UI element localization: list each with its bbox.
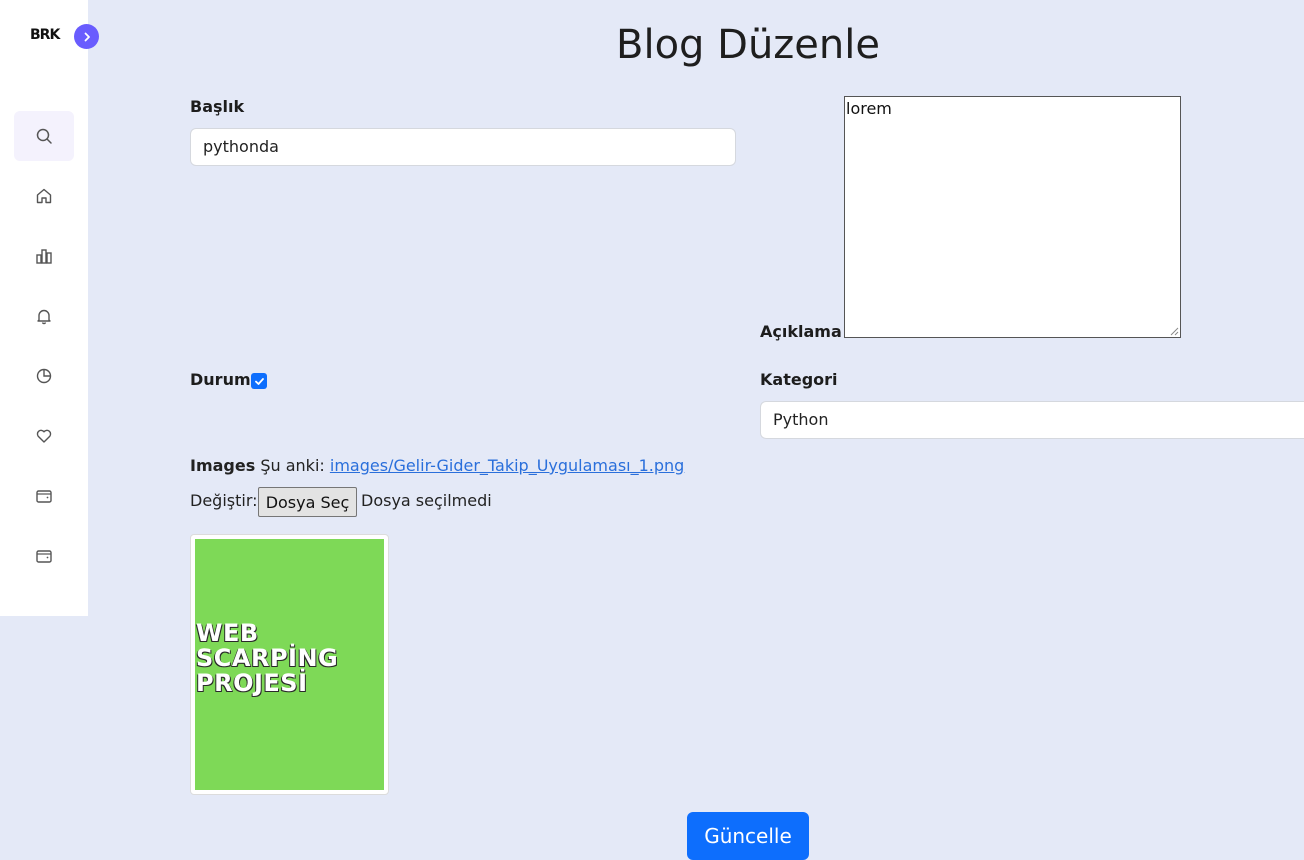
sidebar-item-home[interactable] bbox=[14, 171, 74, 221]
sidebar-item-stats[interactable] bbox=[14, 231, 74, 281]
heart-icon bbox=[36, 429, 52, 443]
sidebar-item-search[interactable] bbox=[14, 111, 74, 161]
description-label: Açıklama bbox=[760, 322, 842, 341]
sidebar-item-favorites[interactable] bbox=[14, 411, 74, 461]
bell-icon bbox=[37, 309, 51, 325]
chevron-right-icon bbox=[84, 32, 90, 41]
pie-chart-icon bbox=[36, 368, 52, 384]
image-preview: WEB SCARPİNG PROJESİ bbox=[190, 534, 389, 795]
logo: BRK bbox=[30, 27, 60, 43]
choose-file-button[interactable]: Dosya Seç bbox=[258, 487, 357, 517]
current-image-link[interactable]: images/Gelir-Gider_Takip_Uygulaması_1.pn… bbox=[330, 456, 684, 475]
description-textarea[interactable]: lorem bbox=[844, 96, 1181, 338]
no-file-text: Dosya seçilmedi bbox=[361, 491, 492, 510]
bar-chart-icon bbox=[36, 249, 52, 264]
preview-image-text: WEB SCARPİNG PROJESİ bbox=[196, 619, 339, 697]
title-label: Başlık bbox=[190, 97, 245, 116]
page-title: Blog Düzenle bbox=[616, 22, 880, 68]
wallet-icon bbox=[36, 490, 52, 503]
update-button[interactable]: Güncelle bbox=[687, 812, 809, 860]
images-label: Images bbox=[190, 456, 256, 475]
change-label: Değiştir: bbox=[190, 491, 258, 510]
sidebar-item-analytics[interactable] bbox=[14, 351, 74, 401]
sidebar-item-notifications[interactable] bbox=[14, 291, 74, 341]
status-checkbox[interactable] bbox=[251, 373, 267, 389]
sidebar-item-wallet[interactable] bbox=[14, 471, 74, 521]
resize-handle-icon[interactable] bbox=[1170, 327, 1179, 336]
status-label: Durum bbox=[190, 370, 251, 389]
description-text: lorem bbox=[846, 99, 892, 118]
category-select[interactable]: Python bbox=[760, 401, 1304, 439]
preview-image: WEB SCARPİNG PROJESİ bbox=[195, 539, 384, 790]
sidebar: BRK bbox=[0, 0, 99, 616]
title-input[interactable]: pythonda bbox=[190, 128, 736, 166]
home-icon bbox=[36, 188, 52, 204]
search-icon bbox=[36, 128, 52, 144]
current-label: Şu anki: bbox=[260, 456, 325, 475]
check-icon bbox=[254, 377, 264, 385]
sidebar-item-wallet-2[interactable] bbox=[14, 531, 74, 581]
wallet-icon bbox=[36, 550, 52, 563]
images-row: Images Şu anki: images/Gelir-Gider_Takip… bbox=[190, 456, 684, 475]
category-label: Kategori bbox=[760, 370, 838, 389]
sidebar-toggle-button[interactable] bbox=[74, 24, 99, 49]
